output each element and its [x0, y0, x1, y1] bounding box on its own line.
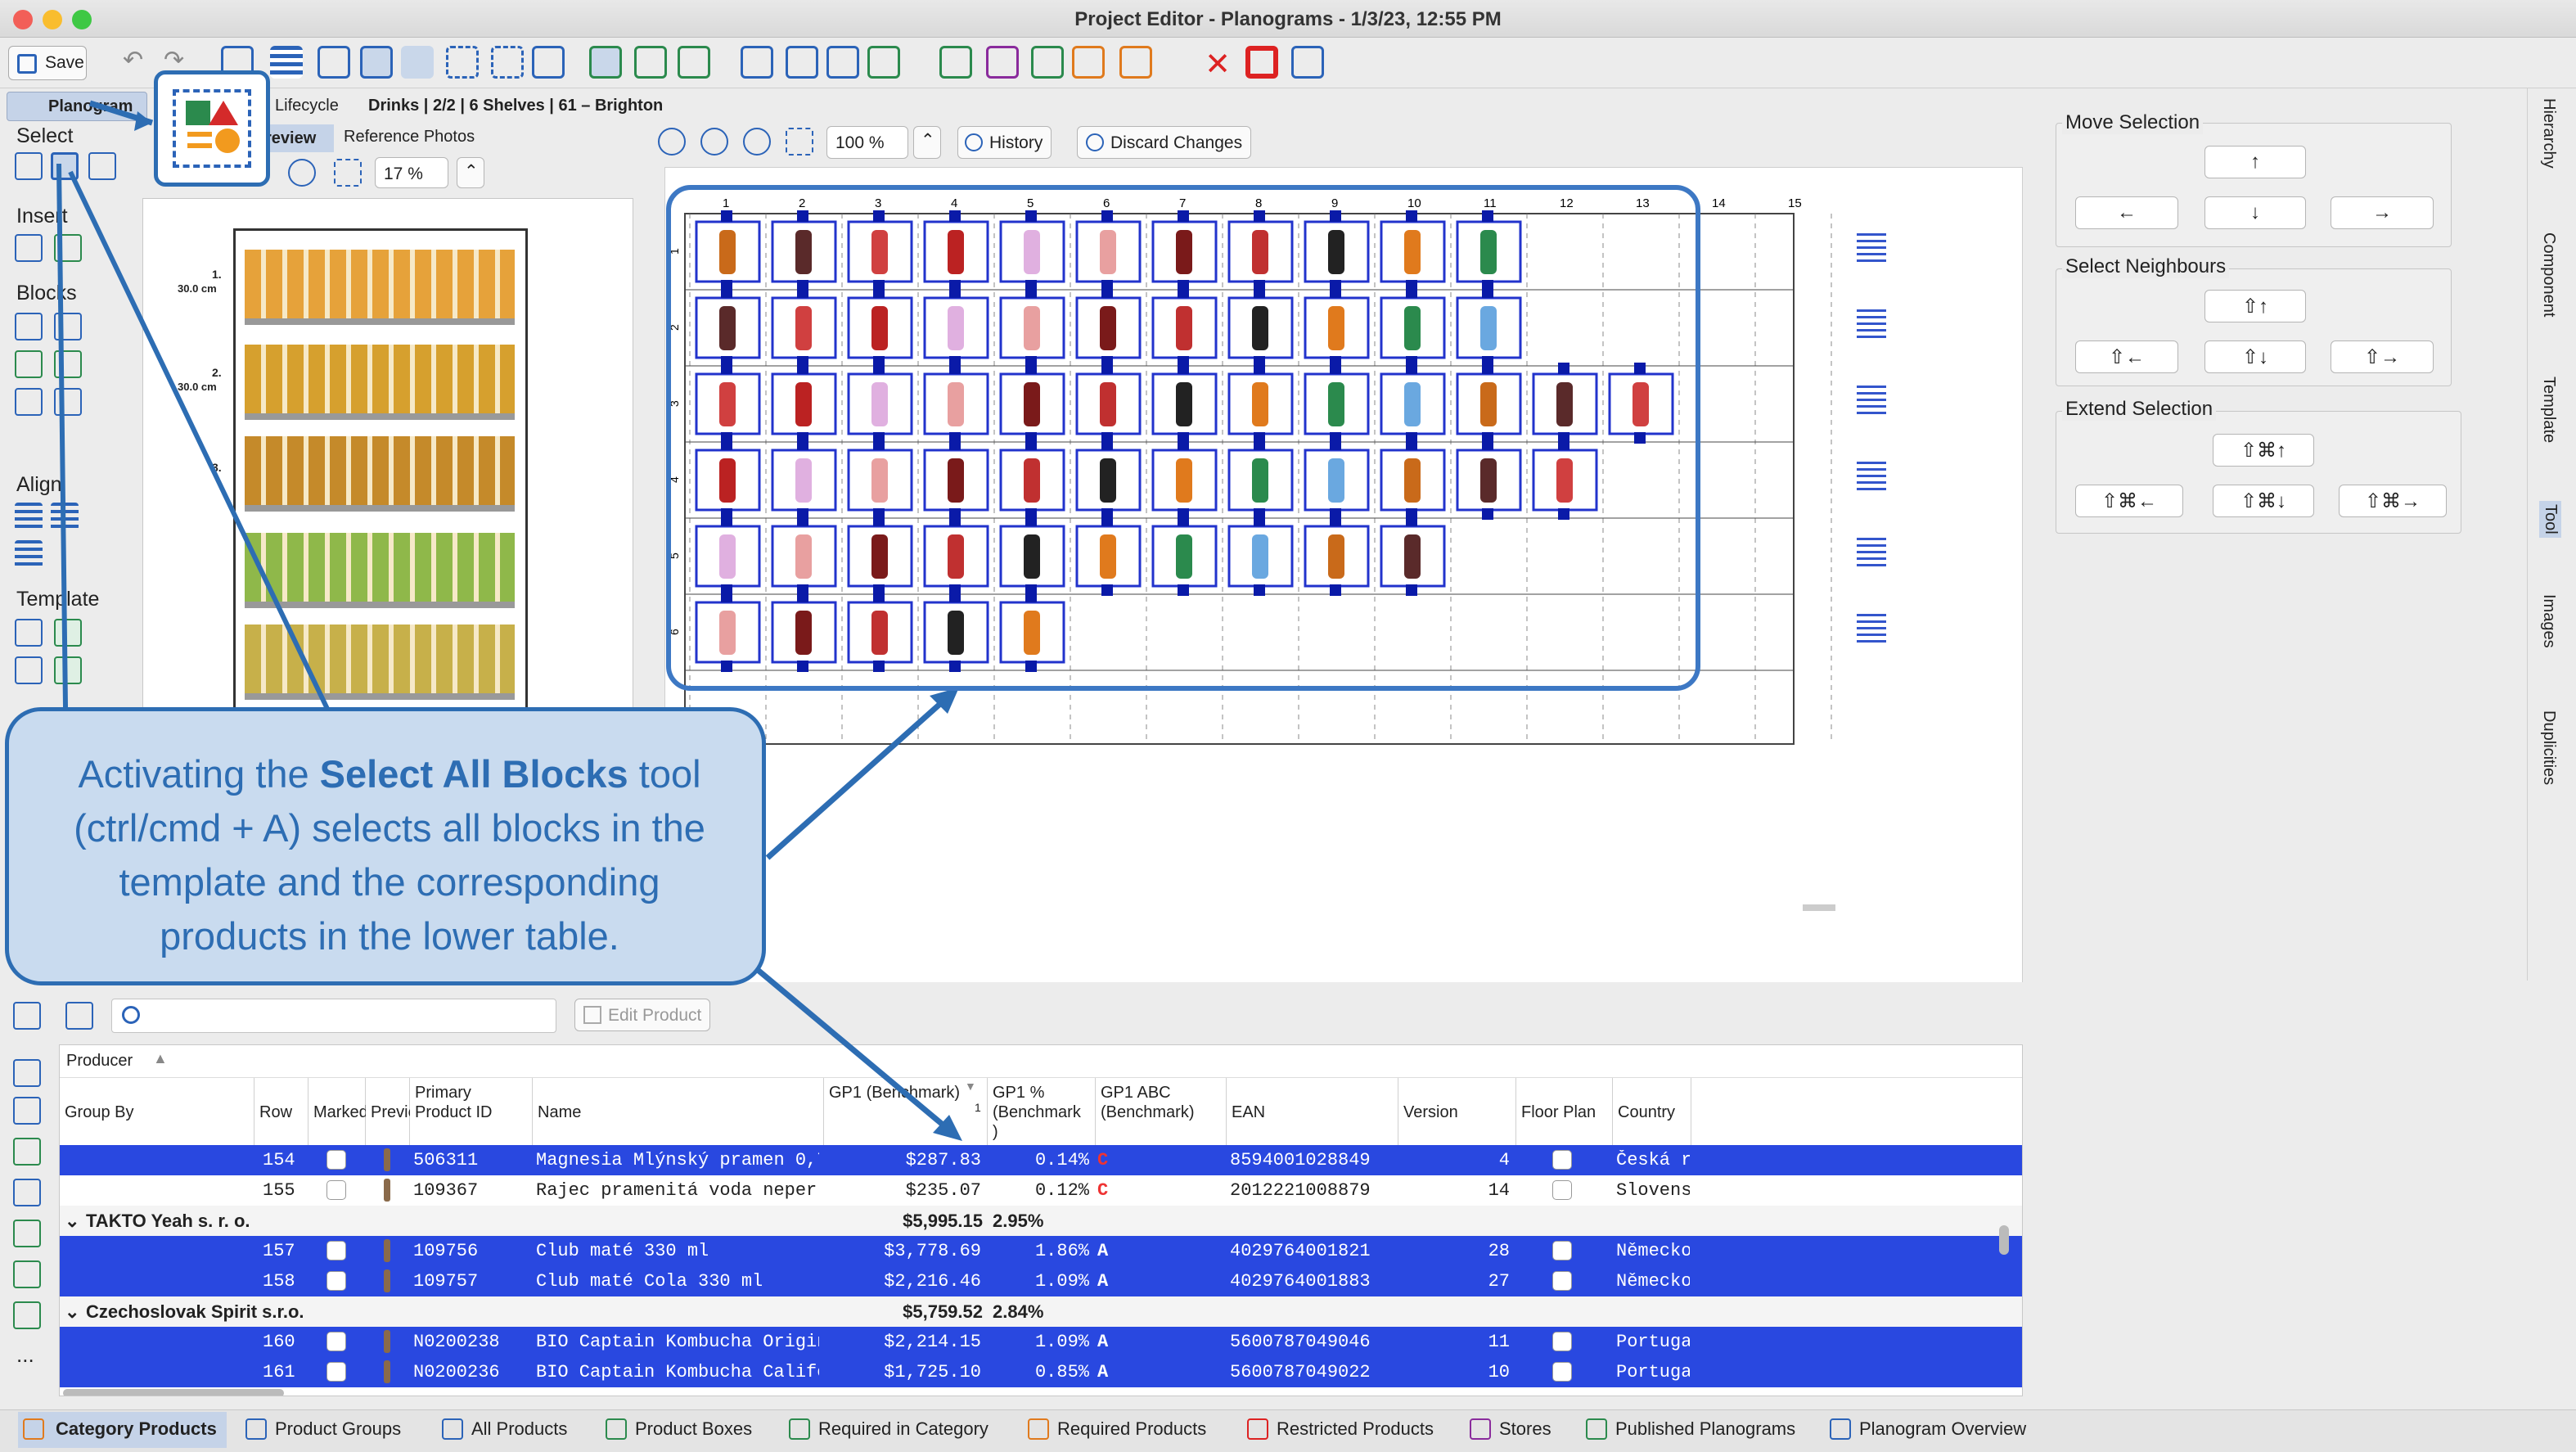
- callout-text: Activating the Select All Blocks tool (c…: [42, 747, 737, 963]
- icon-bar-orange: [187, 132, 212, 137]
- arrow-to-table: [750, 963, 955, 1135]
- callout-bubble: Activating the Select All Blocks tool (c…: [5, 707, 766, 985]
- arrow-line-right: [68, 170, 330, 710]
- arrow-head-icon: [134, 111, 152, 131]
- callout-pre: Activating the: [78, 752, 320, 796]
- icon-circle-orange: [215, 129, 240, 153]
- arrow-line-left: [56, 163, 68, 708]
- icon-triangle-red: [209, 101, 238, 125]
- icon-square-green: [186, 101, 210, 125]
- select-all-blocks-zoom: [154, 70, 270, 187]
- arrow-to-canvas: [765, 693, 952, 860]
- callout-bold: Select All Blocks: [319, 752, 628, 796]
- template-selection-frame: [666, 185, 1700, 691]
- icon-bar-orange-2: [187, 143, 212, 148]
